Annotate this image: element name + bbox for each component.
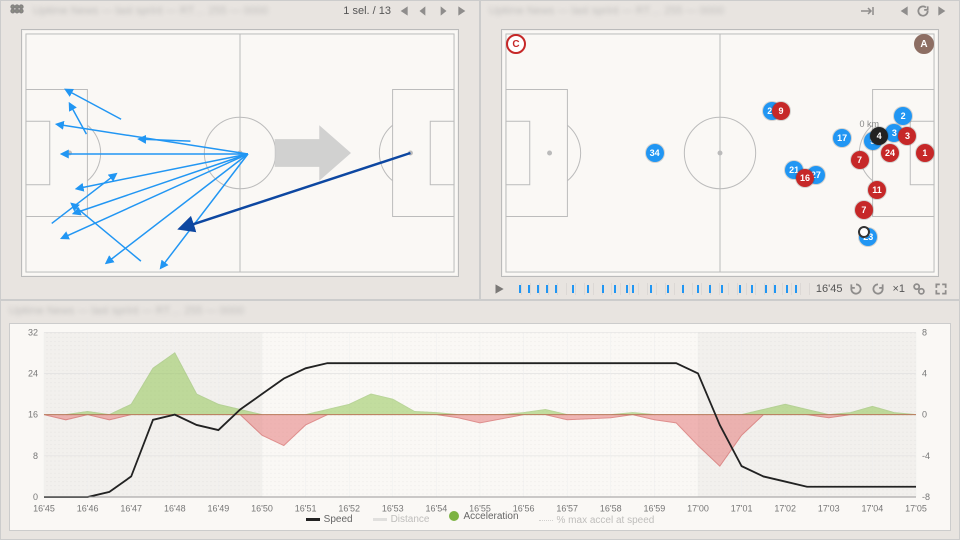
svg-text:8: 8: [922, 327, 927, 337]
settings-icon[interactable]: [911, 281, 927, 297]
player-dot[interactable]: 16: [796, 169, 814, 187]
speed-chart-panel: Uptime News — last sprint — RT… 255 — 00…: [0, 300, 960, 540]
player-dot[interactable]: 7: [851, 151, 869, 169]
svg-text:16: 16: [28, 410, 38, 420]
legend-item[interactable]: Acceleration: [449, 511, 518, 522]
fullscreen-icon[interactable]: [933, 281, 949, 297]
pitch-arrows-panel: Uptime News — last sprint — RT… 255 — 00…: [0, 0, 480, 300]
panel-header: Uptime News — last sprint — RT… 255 — 00…: [1, 1, 479, 21]
seek-start-icon[interactable]: [895, 3, 911, 19]
panel-title: Uptime News — last sprint — RT… 255 — 00…: [489, 5, 724, 17]
player-dot[interactable]: 3: [898, 127, 916, 145]
pitch-positions-panel: Uptime News — last sprint — RT… 255 — 00…: [480, 0, 960, 300]
panel-header: Uptime News — last sprint — RT… 255 — 00…: [1, 301, 959, 321]
home-team-badge: C: [506, 34, 526, 54]
player-dot[interactable]: 7: [855, 201, 873, 219]
panel-title: Uptime News — last sprint — RT… 255 — 00…: [33, 5, 268, 17]
step-fwd-icon[interactable]: [870, 281, 886, 297]
grip-icon[interactable]: [9, 3, 25, 19]
away-team-badge: A: [914, 34, 934, 54]
svg-text:32: 32: [28, 327, 38, 337]
play-icon[interactable]: [491, 281, 507, 297]
chart-legend: Speed Distance Acceleration % max accel at …: [10, 511, 950, 527]
legend-item[interactable]: % max accel at speed: [539, 515, 655, 526]
pitch-positions[interactable]: C A 0 km 342421271793223161172479314: [501, 29, 939, 277]
player-dot[interactable]: 34: [646, 144, 664, 162]
legend-item[interactable]: Distance: [373, 514, 430, 525]
seek-start-icon[interactable]: [395, 3, 411, 19]
seek-end-icon[interactable]: [455, 3, 471, 19]
svg-text:24: 24: [28, 368, 38, 378]
player-dot[interactable]: 17: [833, 129, 851, 147]
ball-icon: [858, 226, 870, 238]
svg-text:0: 0: [33, 492, 38, 502]
player-dot[interactable]: 4: [870, 127, 888, 145]
svg-text:0: 0: [922, 410, 927, 420]
player-dot[interactable]: 11: [868, 181, 886, 199]
step-back-icon[interactable]: [848, 281, 864, 297]
svg-text:-4: -4: [922, 451, 930, 461]
playback-speed[interactable]: ×1: [892, 283, 905, 295]
player-dot[interactable]: 9: [772, 102, 790, 120]
seek-end-icon[interactable]: [935, 3, 951, 19]
svg-text:4: 4: [922, 368, 927, 378]
speed-chart[interactable]: 08162432-8-404816'4516'4616'4716'4816'49…: [9, 323, 951, 531]
prev-icon[interactable]: [415, 3, 431, 19]
panel-title: Uptime News — last sprint — RT… 255 — 00…: [9, 305, 244, 317]
player-dot[interactable]: 24: [881, 144, 899, 162]
panel-header: Uptime News — last sprint — RT… 255 — 00…: [481, 1, 959, 21]
player-dot[interactable]: 2: [894, 107, 912, 125]
playback-time: 16'45: [816, 283, 843, 295]
svg-text:-8: -8: [922, 492, 930, 502]
player-dot[interactable]: 1: [916, 144, 934, 162]
reload-icon[interactable]: [915, 3, 931, 19]
svg-text:8: 8: [33, 451, 38, 461]
selection-count: 1 sel. / 13: [343, 5, 391, 17]
playback-bar: 16'45 ×1: [491, 279, 949, 299]
pitch-arrows[interactable]: [21, 29, 459, 277]
seek-to-end-icon[interactable]: [859, 3, 875, 19]
legend-item[interactable]: Speed: [306, 514, 353, 525]
playback-timeline[interactable]: [513, 283, 810, 295]
next-icon[interactable]: [435, 3, 451, 19]
